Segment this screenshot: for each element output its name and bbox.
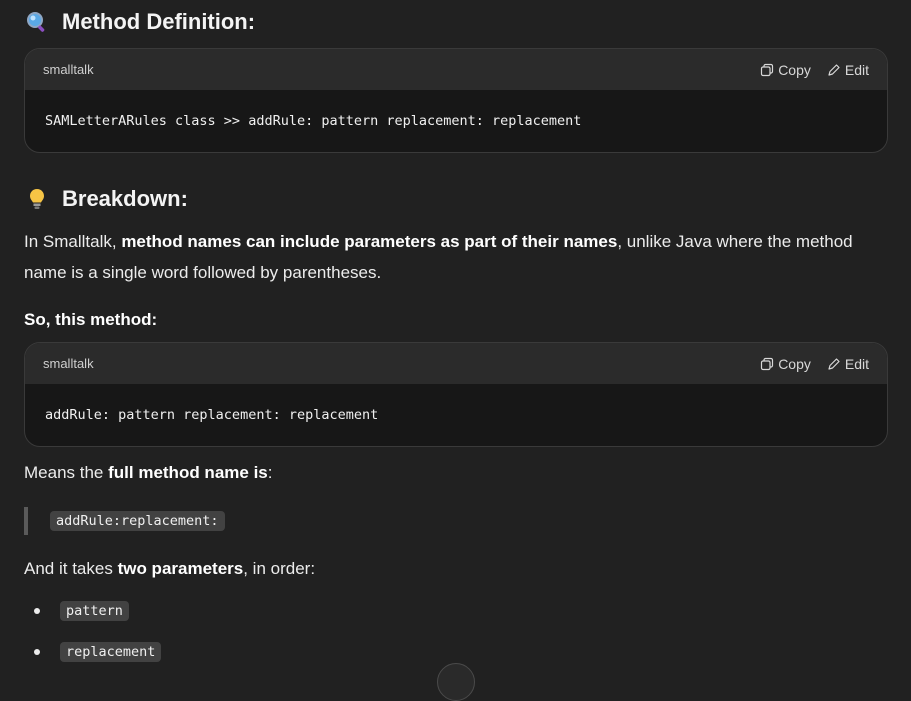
- scroll-to-bottom-button[interactable]: [437, 663, 475, 701]
- text: :: [267, 463, 273, 482]
- inline-code: addRule:replacement:: [50, 511, 225, 531]
- bullet-dot: [34, 607, 40, 614]
- full-method-name-paragraph: Means the full method name is:: [24, 457, 272, 488]
- code-block: smalltalk Copy Edit SAMLetterARules clas…: [24, 48, 888, 153]
- section-title: Breakdown:: [62, 186, 188, 211]
- list-item: replacement: [24, 631, 162, 672]
- copy-button[interactable]: Copy: [760, 62, 811, 78]
- copy-button[interactable]: Copy: [760, 356, 811, 372]
- blockquote: addRule:replacement:: [24, 507, 225, 535]
- magnifier-icon: [24, 9, 50, 35]
- two-parameters-paragraph: And it takes two parameters, in order:: [24, 553, 315, 584]
- code-content: SAMLetterARules class >> addRule: patter…: [45, 113, 582, 129]
- breakdown-heading: Breakdown:: [24, 179, 188, 219]
- breakdown-paragraph: In Smalltalk, method names can include p…: [24, 226, 884, 288]
- bold-text: two parameters: [117, 559, 244, 578]
- text: And it takes: [24, 559, 118, 578]
- copy-icon: [761, 63, 774, 76]
- text: , in order:: [243, 559, 316, 578]
- so-this-method-paragraph: So, this method:: [24, 304, 157, 335]
- bold-text: full method name is: [108, 463, 268, 482]
- code-block: smalltalk Copy Edit addRule: pattern rep…: [24, 342, 888, 447]
- bold-text: So, this method:: [24, 310, 158, 329]
- code-block-header: smalltalk Copy Edit: [25, 343, 887, 384]
- code-language-label: smalltalk: [43, 62, 94, 77]
- code-language-label: smalltalk: [43, 356, 94, 371]
- copy-label: Copy: [778, 61, 811, 78]
- inline-code: replacement: [60, 641, 162, 662]
- code-actions: Copy Edit: [760, 356, 869, 372]
- edit-button[interactable]: Edit: [827, 62, 869, 78]
- lightbulb-icon: [24, 186, 50, 212]
- edit-label: Edit: [844, 355, 869, 372]
- bullet-dot: [34, 648, 40, 655]
- method-definition-heading: Method Definition:: [24, 2, 255, 42]
- parameter-list: pattern replacement: [24, 590, 162, 672]
- pencil-icon: [828, 63, 840, 76]
- copy-label: Copy: [778, 355, 811, 372]
- code-actions: Copy Edit: [760, 62, 869, 78]
- text: Means the: [24, 463, 109, 482]
- code-content: addRule: pattern replacement: replacemen…: [45, 407, 379, 423]
- copy-icon: [761, 357, 774, 370]
- section-title: Method Definition:: [62, 9, 256, 34]
- pencil-icon: [828, 357, 840, 370]
- inline-code: pattern: [60, 600, 129, 621]
- text: In Smalltalk,: [24, 232, 122, 251]
- edit-button[interactable]: Edit: [827, 356, 869, 372]
- edit-label: Edit: [844, 61, 869, 78]
- list-item: pattern: [24, 590, 161, 631]
- bold-text: method names can include parameters as p…: [121, 232, 618, 251]
- code-block-header: smalltalk Copy Edit: [25, 49, 887, 90]
